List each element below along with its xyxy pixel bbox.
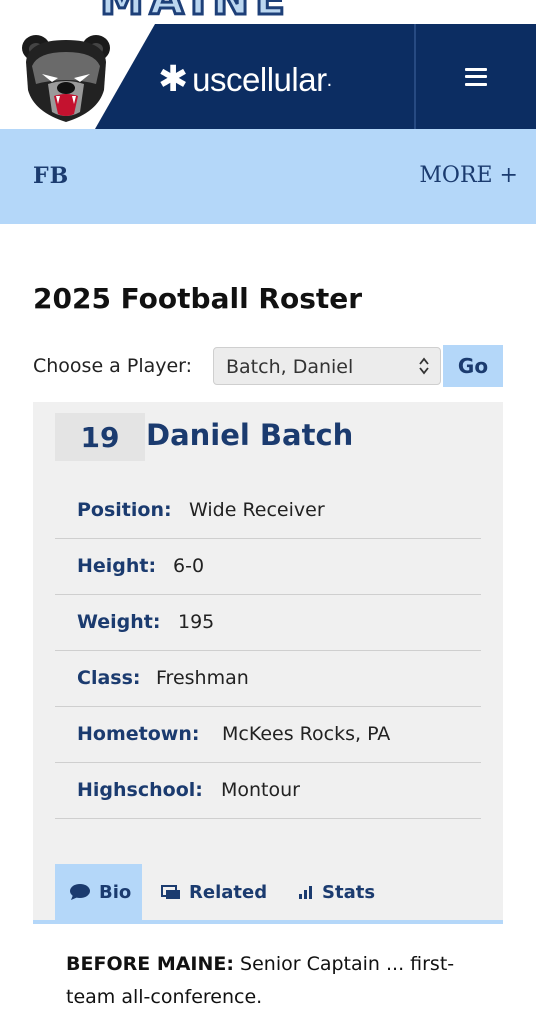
fact-value: 195 bbox=[178, 611, 215, 633]
fact-row-highschool: Highschool: Montour bbox=[55, 763, 481, 819]
fact-value: Wide Receiver bbox=[189, 499, 325, 521]
bar-chart-icon bbox=[299, 886, 312, 899]
fact-label: Height: bbox=[77, 555, 157, 577]
fact-label: Weight: bbox=[77, 611, 161, 633]
black-bear-logo[interactable] bbox=[18, 32, 114, 124]
tab-bio[interactable]: Bio bbox=[55, 864, 142, 920]
sport-label[interactable]: FB bbox=[33, 163, 69, 189]
fact-row-hometown: Hometown: McKees Rocks, PA bbox=[55, 707, 481, 763]
go-button[interactable]: Go bbox=[443, 345, 503, 387]
player-card: 19 Daniel Batch Position: Wide Receiver … bbox=[33, 402, 503, 924]
player-chooser: Choose a Player: Batch, Daniel Go bbox=[33, 345, 503, 387]
bio-lead: BEFORE MAINE: bbox=[66, 953, 234, 975]
sponsor-dot: . bbox=[326, 68, 333, 91]
tab-related[interactable]: Related bbox=[161, 864, 279, 920]
chooser-label: Choose a Player: bbox=[33, 355, 193, 377]
player-name: Daniel Batch bbox=[146, 418, 354, 452]
speech-bubble-icon bbox=[70, 884, 90, 900]
hamburger-icon bbox=[465, 67, 487, 86]
fact-row-height: Height: 6-0 bbox=[55, 539, 481, 595]
cards-icon bbox=[161, 885, 180, 899]
sponsor-logo[interactable]: ✱ uscellular. bbox=[158, 60, 332, 100]
sport-subnav: FB MORE + bbox=[0, 129, 536, 224]
menu-button[interactable] bbox=[416, 24, 536, 129]
fact-label: Position: bbox=[77, 499, 172, 521]
fact-row-class: Class: Freshman bbox=[55, 651, 481, 707]
more-menu-button[interactable]: MORE + bbox=[419, 163, 518, 188]
select-arrows-icon bbox=[419, 357, 429, 375]
fact-value: 6-0 bbox=[173, 555, 205, 577]
tab-label: Related bbox=[189, 881, 268, 903]
fact-label: Hometown: bbox=[77, 723, 200, 745]
star-icon: ✱ bbox=[158, 59, 189, 100]
profile-tabs: Bio Related Stats bbox=[33, 864, 503, 924]
bio-text: BEFORE MAINE: Senior Captain ... first-t… bbox=[66, 948, 486, 1014]
tab-label: Bio bbox=[99, 881, 132, 903]
fact-label: Highschool: bbox=[77, 779, 203, 801]
fact-row-position: Position: Wide Receiver bbox=[55, 483, 481, 539]
jersey-number: 19 bbox=[55, 413, 145, 461]
tab-stats[interactable]: Stats bbox=[298, 864, 398, 920]
tab-label: Stats bbox=[322, 881, 376, 903]
site-header: ✱ uscellular. bbox=[0, 24, 536, 129]
maine-wordmark: MAINE bbox=[98, 0, 291, 24]
fact-row-weight: Weight: 195 bbox=[55, 595, 481, 651]
page-title: 2025 Football Roster bbox=[33, 282, 363, 315]
player-select[interactable]: Batch, Daniel bbox=[213, 347, 441, 385]
sponsor-name: uscellular bbox=[192, 61, 327, 98]
player-select-value: Batch, Daniel bbox=[226, 356, 354, 378]
top-banner: MAINE bbox=[0, 0, 536, 24]
fact-label: Class: bbox=[77, 667, 141, 689]
fact-value: McKees Rocks, PA bbox=[222, 723, 391, 745]
fact-value: Freshman bbox=[156, 667, 249, 689]
tabs-underline bbox=[33, 920, 503, 924]
fact-value: Montour bbox=[221, 779, 300, 801]
